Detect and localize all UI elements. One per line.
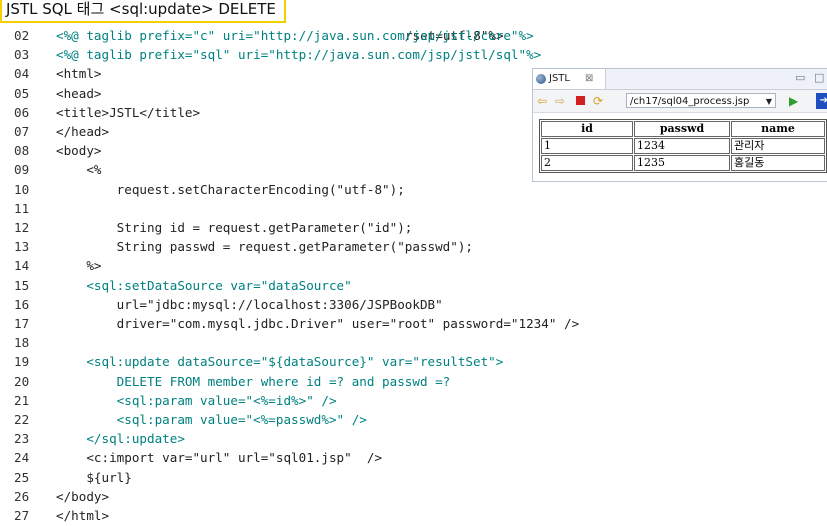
code-line-text: <sql:update dataSource="${dataSource}" v… (56, 354, 504, 370)
line-number: 03 (14, 47, 30, 63)
browser-tab-bar: JSTL ⊠ ▭ □ (533, 69, 827, 90)
code-line-text: url="jdbc:mysql://localhost:3306/JSPBook… (56, 296, 443, 312)
line-number: 19 (14, 354, 30, 370)
line-number: 20 (14, 373, 30, 389)
line-number: 14 (14, 258, 30, 274)
line-number: 15 (14, 277, 30, 293)
url-text: /ch17/sql04_process.jsp (630, 96, 750, 107)
line-number: 23 (14, 431, 30, 447)
line-number: 22 (14, 412, 30, 427)
result-table: id passwd name 1 1234 관리자 2 1235 홍길동 (539, 119, 827, 173)
code-line-text: DELETE FROM member where id =? and passw… (56, 373, 451, 389)
line-number: 08 (14, 143, 30, 159)
code-line-text: <sql:setDataSource var="dataSource" (56, 277, 352, 293)
code-line-text: <c:import var="url" url="sql01.jsp" /> (56, 450, 383, 466)
slide-title: JSTL SQL 태그 <sql:update> DELETE (0, 0, 286, 23)
browser-tab[interactable]: JSTL ⊠ (533, 69, 606, 89)
code-line-text: <%@ taglib prefix="c" uri="http://java.s… (56, 28, 534, 43)
refresh-icon[interactable]: ⟳ (593, 93, 603, 109)
external-browser-icon[interactable]: ➔ (816, 93, 827, 109)
cell-passwd: 1235 (634, 155, 730, 171)
code-line-text: driver="com.mysql.jdbc.Driver" user="roo… (56, 316, 580, 331)
line-number: 02 (14, 28, 30, 43)
line-number: 13 (14, 239, 30, 255)
line-number: 05 (14, 85, 30, 101)
url-field[interactable]: /ch17/sql04_process.jsp ▼ (626, 93, 776, 108)
line-number: 12 (14, 220, 30, 235)
line-number: 07 (14, 124, 30, 139)
line-number: 27 (14, 508, 30, 523)
code-line-text: </sql:update> (56, 431, 185, 447)
table-row: 2 1235 홍길동 (541, 155, 825, 171)
browser-window: JSTL ⊠ ▭ □ ⇦ ⇨ ⟳ /ch17/sql04_process.jsp… (532, 68, 827, 182)
code-line-text: <head> (56, 85, 102, 101)
line-number: 25 (14, 469, 30, 485)
chevron-down-icon[interactable]: ▼ (766, 94, 772, 109)
back-arrow-icon[interactable]: ⇦ (537, 93, 547, 109)
cell-id: 2 (541, 155, 633, 171)
forward-arrow-icon[interactable]: ⇨ (555, 93, 565, 109)
code-line-text: ${url} (56, 469, 132, 485)
code-line-text: <title>JSTL</title> (56, 104, 201, 120)
line-number: 06 (14, 104, 30, 120)
table-row: 1 1234 관리자 (541, 138, 825, 154)
stop-icon[interactable] (576, 96, 585, 105)
line-number: 17 (14, 316, 30, 331)
code-line-text: request.setCharacterEncoding("utf-8"); (56, 181, 405, 197)
cell-passwd: 1234 (634, 138, 730, 154)
column-header-id: id (541, 121, 633, 137)
code-line-text: <% (56, 162, 102, 178)
close-icon[interactable]: ⊠ (585, 69, 593, 89)
code-line-text: <html> (56, 66, 102, 82)
code-line-text: String id = request.getParameter("id"); (56, 220, 413, 235)
table-header-row: id passwd name (541, 121, 825, 137)
maximize-icon[interactable]: □ (814, 69, 824, 87)
browser-content: id passwd name 1 1234 관리자 2 1235 홍길동 (533, 113, 827, 181)
code-line-text: </body> (56, 488, 110, 504)
line-number: 09 (14, 162, 30, 178)
code-line-text: <%@ taglib prefix="sql" uri="http://java… (56, 47, 542, 63)
code-line-text: </head> (56, 124, 110, 139)
minimize-icon[interactable]: ▭ (795, 69, 805, 87)
line-number: 21 (14, 392, 30, 408)
code-line-text: String passwd = request.getParameter("pa… (56, 239, 474, 255)
line-number: 10 (14, 181, 30, 197)
line-number: 24 (14, 450, 30, 466)
code-line-text: <sql:param value="<%=passwd%>" /> (56, 412, 367, 427)
line-number: 26 (14, 488, 30, 504)
line-number: 04 (14, 66, 30, 82)
column-header-name: name (731, 121, 825, 137)
browser-toolbar: ⇦ ⇨ ⟳ /ch17/sql04_process.jsp ▼ ▶ ➔ (533, 90, 827, 113)
cell-id: 1 (541, 138, 633, 154)
line-number: 18 (14, 335, 30, 351)
code-line-text: <sql:param value="<%=id%>" /> (56, 392, 337, 408)
code-line-text: <body> (56, 143, 102, 159)
line-number: 16 (14, 296, 30, 312)
globe-icon (536, 74, 546, 84)
column-header-passwd: passwd (634, 121, 730, 137)
browser-tab-label: JSTL (549, 73, 570, 84)
cell-name: 홍길동 (731, 155, 825, 171)
code-line-text: %> (56, 258, 102, 274)
line-number: 11 (14, 200, 30, 216)
code-line-text: </html> (56, 508, 110, 523)
cell-name: 관리자 (731, 138, 825, 154)
go-icon[interactable]: ▶ (789, 93, 798, 109)
